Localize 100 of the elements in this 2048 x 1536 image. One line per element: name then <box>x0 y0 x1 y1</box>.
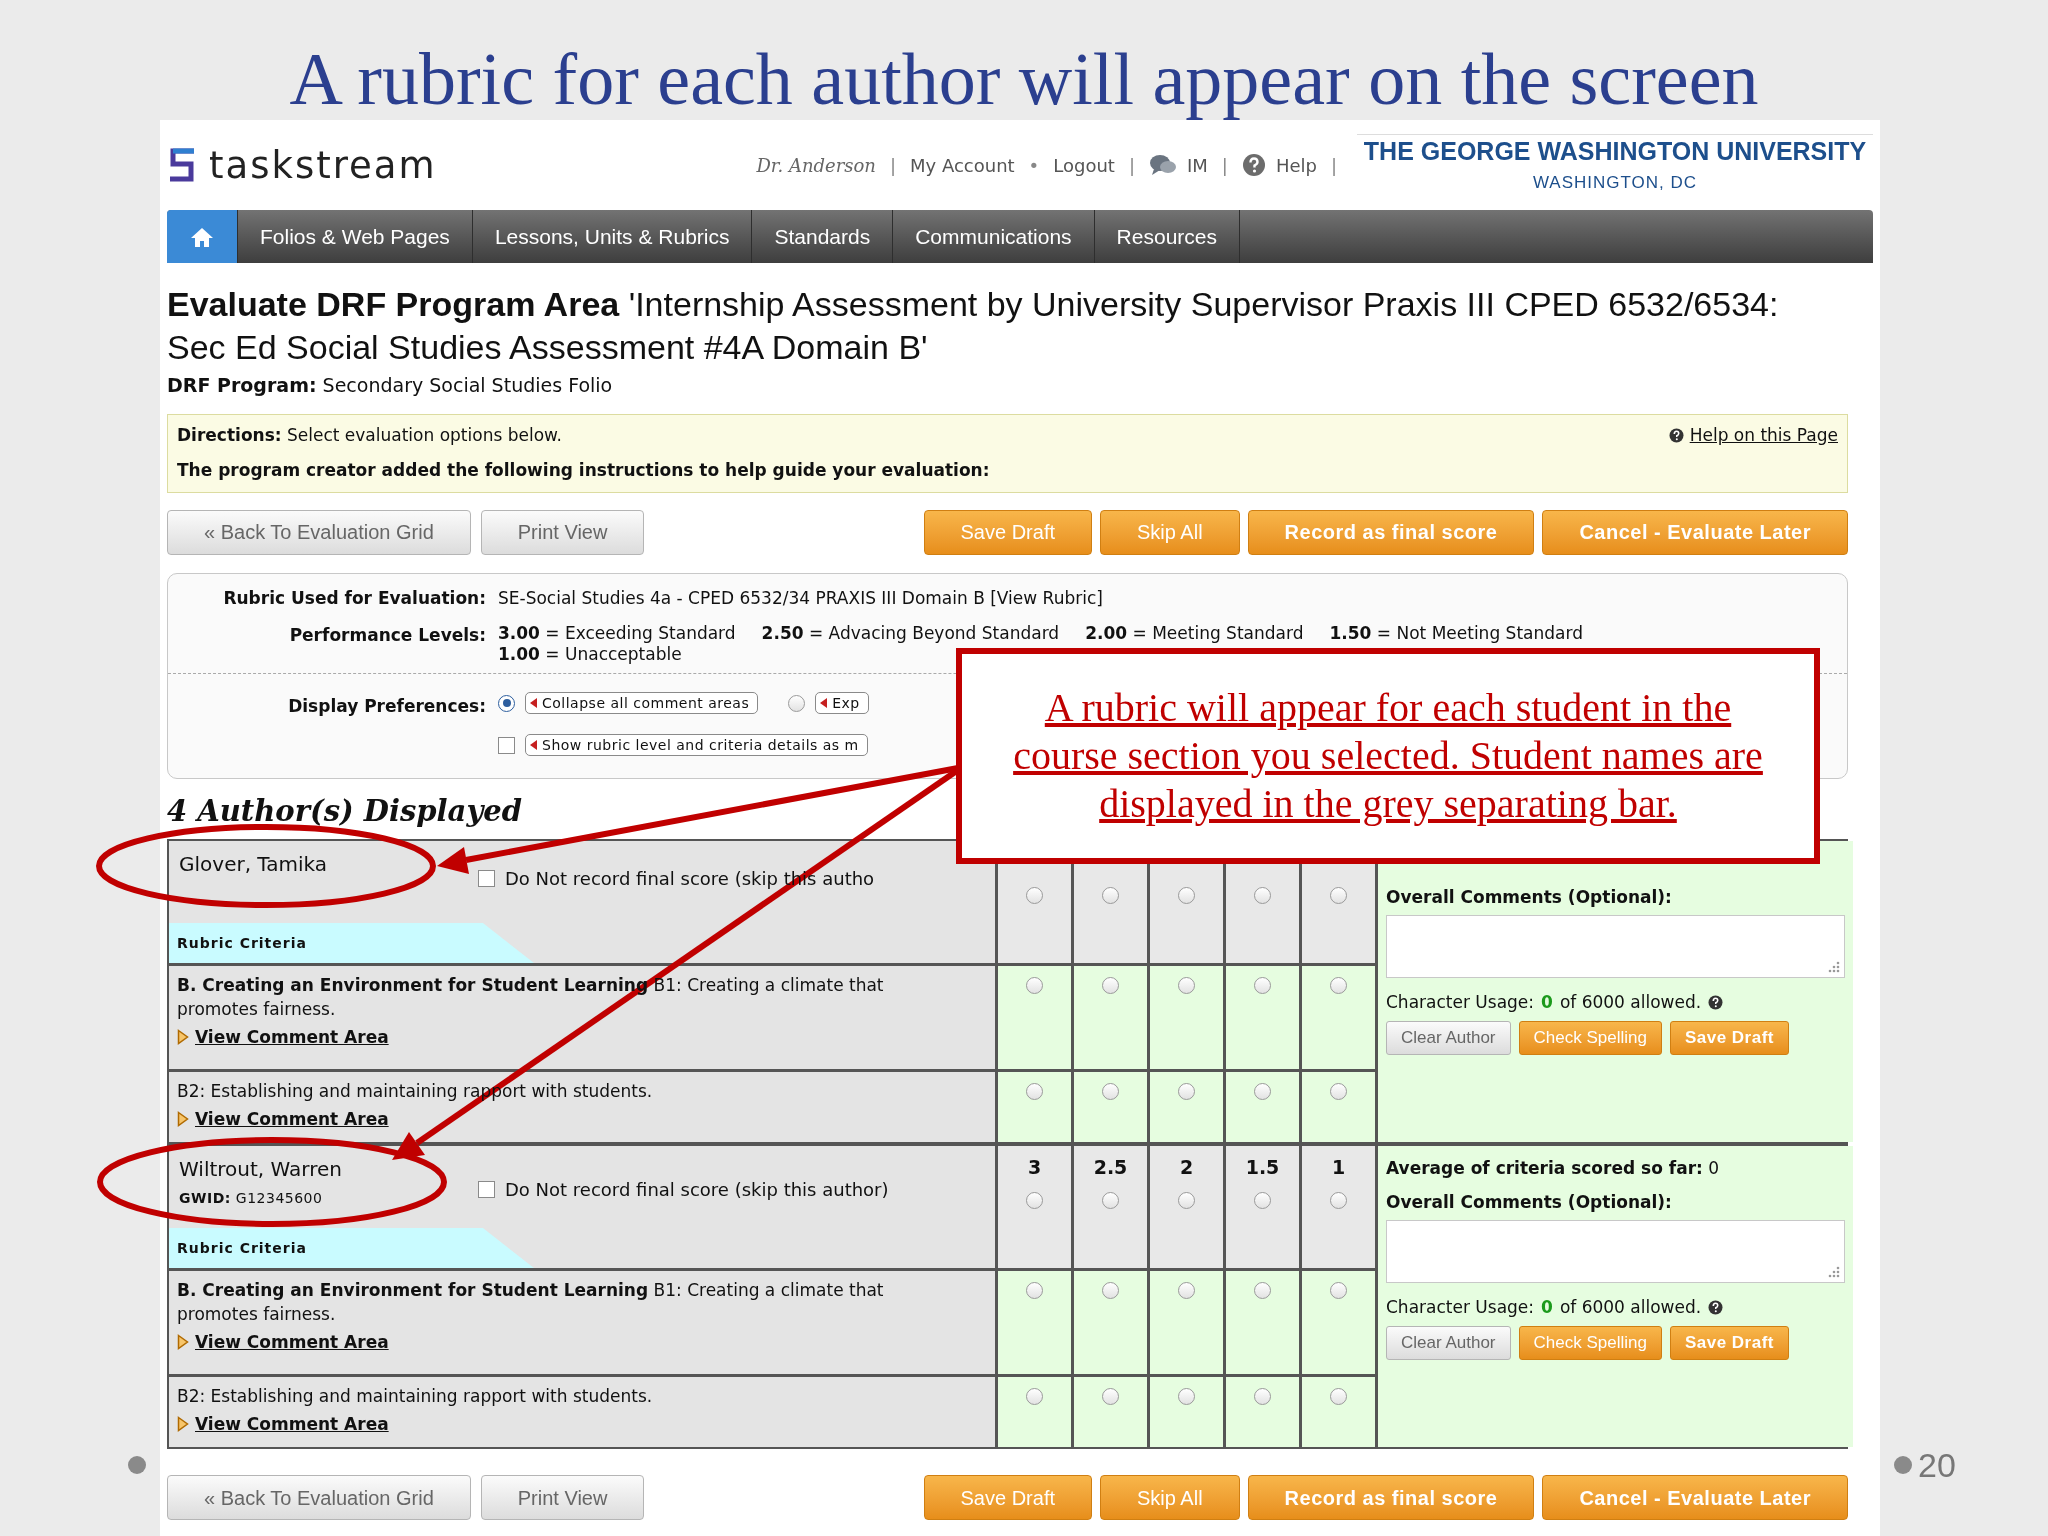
action-button[interactable]: Print View <box>480 1475 645 1520</box>
header-link[interactable]: Logout <box>1053 151 1115 179</box>
radio-button[interactable] <box>1102 1388 1119 1405</box>
radio-button[interactable] <box>788 694 806 712</box>
radio-button[interactable] <box>1178 1282 1195 1299</box>
radio-button[interactable] <box>1102 977 1119 994</box>
university-location: WASHINGTON, DC <box>1532 172 1698 195</box>
logo: taskstream <box>209 146 437 184</box>
option-label[interactable]: Exp <box>815 692 869 714</box>
separator: | <box>889 153 896 178</box>
author-id: GWID: G12345600 <box>179 1189 324 1208</box>
logo-icon <box>167 148 197 182</box>
panel-button[interactable]: Clear Author <box>1386 1021 1511 1055</box>
radio-button[interactable] <box>1102 887 1119 904</box>
nav-tab[interactable]: Resources <box>1094 210 1240 263</box>
page-title: Evaluate DRF Program Area 'Internship Assessment by University Supervisor Praxis III CPED 6532/6534: Sec Ed Social Studies Assessment #4A Domain B' <box>167 284 1780 368</box>
triangle-icon <box>530 698 537 708</box>
header-link[interactable]: Help <box>1241 151 1317 179</box>
radio-button[interactable] <box>1026 1192 1043 1209</box>
help-icon <box>1668 427 1684 443</box>
radio-button[interactable] <box>1254 1192 1271 1209</box>
criterion-text: B. Creating an Environment for Student Learning B1: Creating a climate that promotes fairness. <box>177 1279 885 1326</box>
user-name: Dr. Anderson <box>756 153 876 178</box>
radio-button[interactable] <box>1026 887 1043 904</box>
usage-count: 0 <box>1541 1295 1553 1319</box>
radio-button[interactable] <box>1026 1282 1043 1299</box>
score-label: 2 <box>1179 1155 1194 1180</box>
radio-button[interactable] <box>1254 1282 1271 1299</box>
radio-button[interactable] <box>1254 887 1271 904</box>
nav-tab[interactable]: Folios & Web Pages <box>238 210 473 263</box>
author-name: Wiltrout, Warren <box>179 1156 343 1183</box>
radio-button[interactable] <box>1330 887 1347 904</box>
nav-tab[interactable]: Lessons, Units & Rubrics <box>472 210 753 263</box>
radio-button[interactable] <box>1178 887 1195 904</box>
triangle-icon <box>177 1334 189 1350</box>
comment-link[interactable]: View Comment Area <box>177 1412 389 1436</box>
radio-button[interactable] <box>1330 1192 1347 1209</box>
field-label: Overall Comments (Optional): <box>1386 1191 1673 1214</box>
nav-tab[interactable]: Standards <box>752 210 894 263</box>
option-label[interactable]: Collapse all comment areas <box>525 692 759 714</box>
separator: | <box>1221 153 1228 178</box>
instructions-text: The program creator added the following instructions to help guide your evaluation: <box>177 459 991 482</box>
checkbox-label: Do Not record final score (skip this author) <box>505 1178 889 1202</box>
home-button[interactable] <box>167 210 238 263</box>
directions-text: Directions: Select evaluation options below. <box>177 423 562 447</box>
panel-button[interactable]: Clear Author <box>1386 1326 1511 1360</box>
radio-button[interactable] <box>1330 1282 1347 1299</box>
radio-button[interactable] <box>1102 1083 1119 1100</box>
radio-button[interactable] <box>1026 977 1043 994</box>
radio-button[interactable] <box>1254 1083 1271 1100</box>
radio-button[interactable] <box>1178 1388 1195 1405</box>
comment-field[interactable] <box>1386 1219 1845 1283</box>
radio-button[interactable] <box>1254 977 1271 994</box>
radio-button[interactable] <box>1026 1083 1043 1100</box>
nav-tab[interactable]: Communications <box>893 210 1095 263</box>
radio-button[interactable] <box>1102 1192 1119 1209</box>
performance-level: 2.50 = Advacing Beyond Standard <box>761 623 1060 644</box>
header-link[interactable]: My Account <box>910 151 1015 179</box>
author-name: Glover, Tamika <box>179 851 329 878</box>
home-icon <box>190 225 214 248</box>
usage-label: Character Usage: <box>1386 1295 1535 1319</box>
comment-link[interactable]: View Comment Area <box>177 1025 389 1049</box>
checkbox[interactable] <box>478 870 495 887</box>
option-label[interactable]: Show rubric level and criteria details as m <box>525 734 868 756</box>
radio-button[interactable] <box>1330 977 1347 994</box>
score-label: 3 <box>1027 1155 1042 1180</box>
radio-button[interactable] <box>1178 977 1195 994</box>
action-button[interactable]: « Back To Evaluation Grid <box>167 509 471 555</box>
average-text: Average of criteria scored so far: 0 <box>1386 1157 1721 1180</box>
triangle-icon <box>820 698 828 708</box>
radio-button[interactable] <box>1178 1083 1195 1100</box>
radio-button[interactable] <box>1102 1282 1119 1299</box>
radio-button[interactable] <box>1178 1192 1195 1209</box>
checkbox[interactable] <box>498 736 515 754</box>
chat-icon <box>1148 153 1177 177</box>
performance-level: 1.50 = Not Meeting Standard <box>1329 623 1583 644</box>
checkbox[interactable] <box>478 1181 495 1198</box>
triangle-icon <box>177 1111 189 1127</box>
header-link[interactable]: IM <box>1148 151 1208 179</box>
radio-button[interactable] <box>1254 1388 1271 1405</box>
help-link[interactable]: Help on this Page <box>1668 422 1838 448</box>
comment-link[interactable]: View Comment Area <box>177 1330 389 1354</box>
help-icon <box>1708 1299 1724 1315</box>
score-label: 2.5 <box>1093 1155 1128 1180</box>
criterion-text: B2: Establishing and maintaining rapport with students. <box>177 1385 654 1408</box>
action-button[interactable]: « Back To Evaluation Grid <box>167 1475 471 1520</box>
usage-limit: of 6000 allowed. <box>1559 1295 1702 1319</box>
comment-field[interactable] <box>1386 914 1845 978</box>
radio-button[interactable] <box>1330 1388 1347 1405</box>
triangle-icon <box>530 740 537 750</box>
comment-link[interactable]: View Comment Area <box>177 1107 389 1131</box>
field-label: Display Preferences: <box>287 695 486 718</box>
radio-button[interactable] <box>498 694 515 712</box>
usage-count: 0 <box>1541 990 1553 1014</box>
separator: • <box>1028 153 1040 178</box>
radio-button[interactable] <box>1330 1083 1347 1100</box>
rubric-name: SE-Social Studies 4a - CPED 6532/34 PRAXIS III Domain B [View Rubric] <box>498 586 1104 610</box>
performance-level: 3.00 = Exceeding Standard <box>498 623 736 644</box>
radio-button[interactable] <box>1026 1388 1043 1405</box>
action-button[interactable]: Print View <box>480 509 645 555</box>
